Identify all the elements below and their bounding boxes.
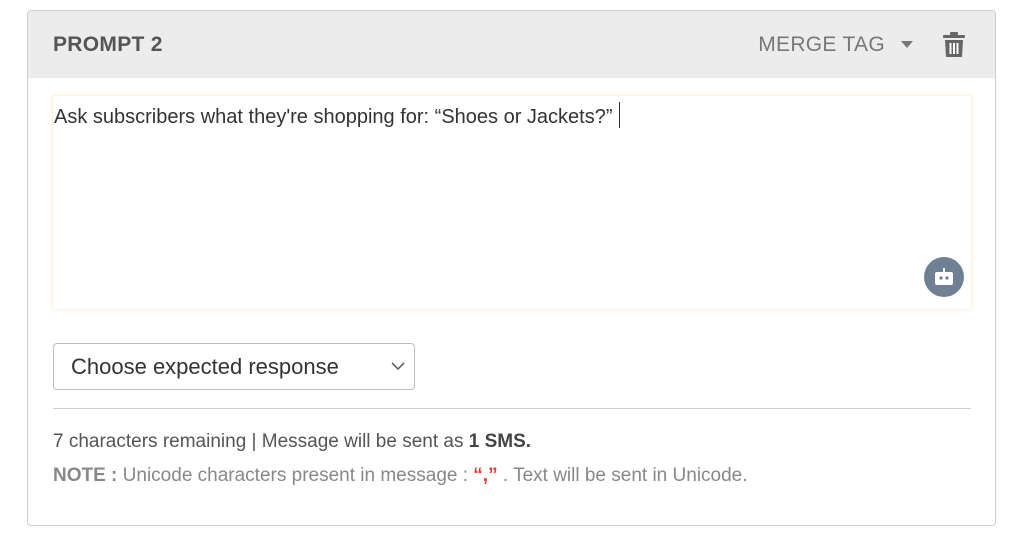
prompt-header: PROMPT 2 MERGE TAG: [28, 11, 995, 78]
note-text: Unicode characters present in message :: [117, 465, 474, 486]
character-counter: 7 characters remaining | Message will be…: [53, 431, 531, 453]
header-actions: MERGE TAG: [758, 31, 965, 58]
expected-response-value: Choose expected response: [71, 353, 339, 379]
prompt-card: PROMPT 2 MERGE TAG Ask subscribers what …: [27, 10, 996, 526]
unicode-characters: “,”: [473, 465, 498, 486]
sms-count: 1 SMS.: [468, 431, 532, 452]
note-label: NOTE :: [53, 465, 118, 486]
message-text: Ask subscribers what they're shopping fo…: [53, 96, 971, 131]
remaining-text: 7 characters remaining | Message will be…: [53, 431, 469, 452]
message-content: Ask subscribers what they're shopping fo…: [54, 106, 613, 128]
note-suffix: . Text will be sent in Unicode.: [497, 465, 748, 486]
caret-down-icon: [901, 41, 913, 48]
bot-button[interactable]: [924, 257, 964, 297]
robot-icon: [935, 268, 953, 285]
expected-response-select[interactable]: Choose expected response: [53, 343, 415, 390]
divider: [53, 408, 971, 409]
chevron-down-icon: [391, 362, 405, 371]
merge-tag-dropdown[interactable]: MERGE TAG: [758, 33, 913, 57]
merge-tag-label: MERGE TAG: [758, 32, 885, 56]
prompt-title: PROMPT 2: [53, 32, 163, 56]
trash-icon: [943, 31, 965, 57]
unicode-note: NOTE : Unicode characters present in mes…: [53, 465, 748, 487]
message-editor[interactable]: Ask subscribers what they're shopping fo…: [52, 95, 972, 310]
delete-button[interactable]: [943, 31, 965, 58]
text-cursor: [618, 102, 621, 128]
